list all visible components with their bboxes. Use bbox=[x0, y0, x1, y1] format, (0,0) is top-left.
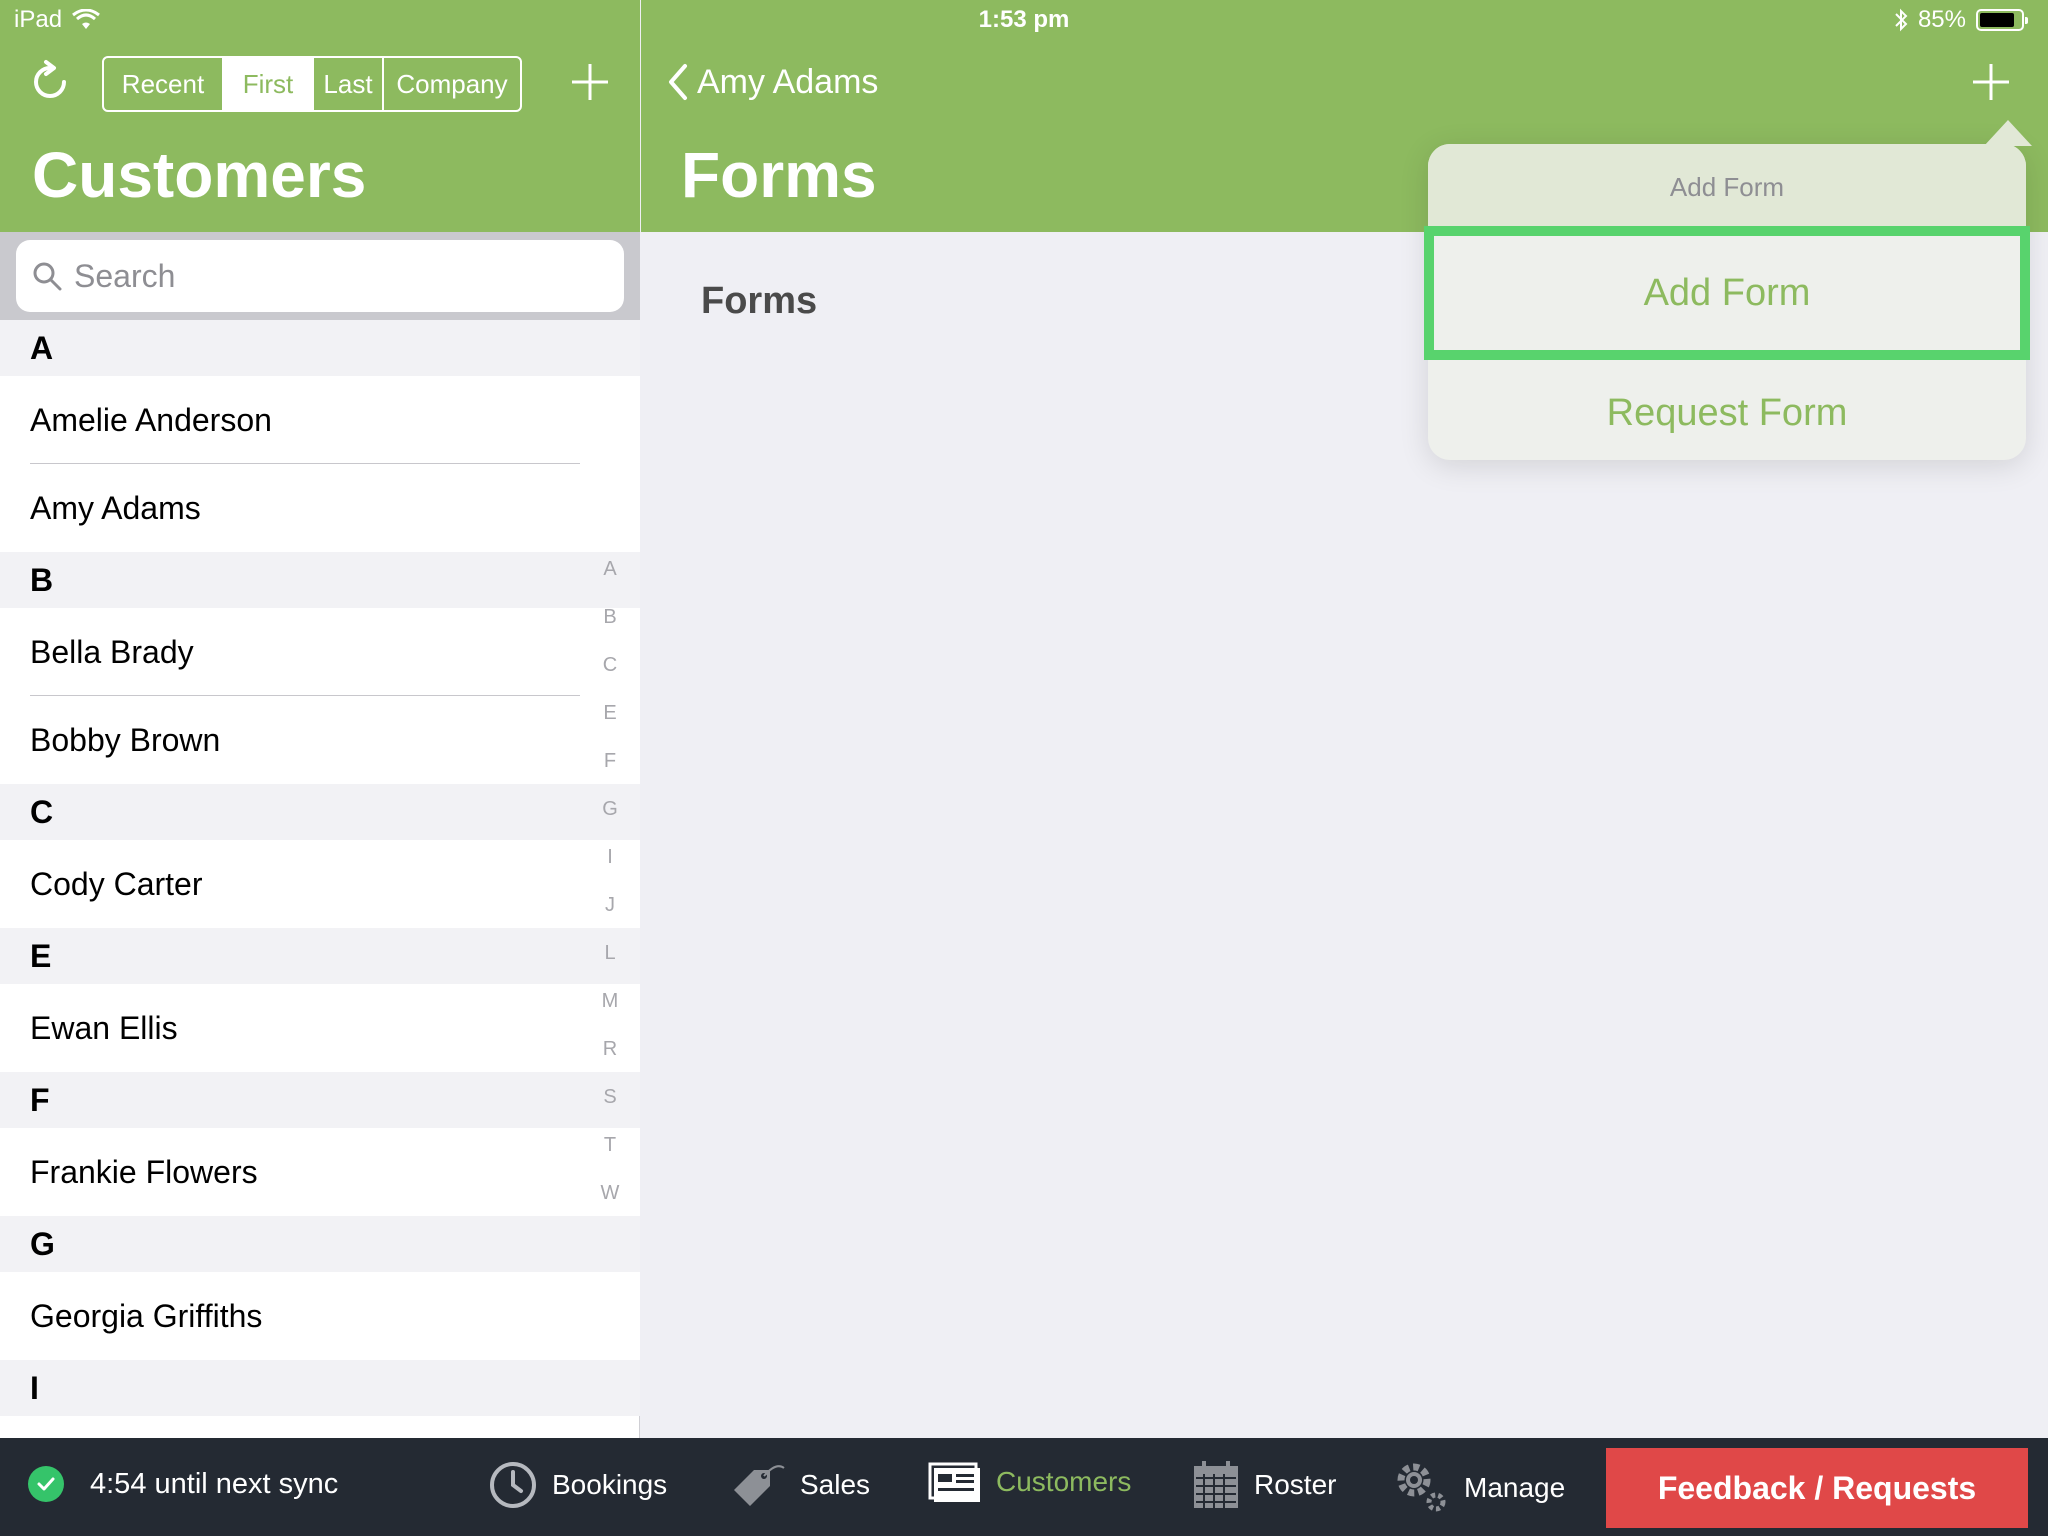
section-header: B bbox=[0, 552, 640, 608]
tab-manage[interactable]: Manage bbox=[1394, 1460, 1565, 1516]
add-form-icon[interactable] bbox=[1969, 60, 2013, 104]
status-time: 1:53 pm bbox=[978, 6, 1070, 33]
tab-bookings[interactable]: Bookings bbox=[488, 1460, 667, 1510]
tab-roster[interactable]: Roster bbox=[1192, 1460, 1336, 1510]
forms-title: Forms bbox=[681, 139, 877, 211]
tab-customers[interactable]: Customers bbox=[928, 1460, 1131, 1504]
index-letter[interactable]: E bbox=[594, 696, 626, 744]
bluetooth-icon bbox=[1895, 8, 1908, 32]
customer-row[interactable]: Ewan Ellis bbox=[0, 984, 640, 1072]
index-letter[interactable]: R bbox=[594, 1032, 626, 1080]
section-header: I bbox=[0, 1360, 640, 1416]
section-header: C bbox=[0, 784, 640, 840]
search-bar bbox=[0, 232, 640, 320]
index-letter[interactable]: S bbox=[594, 1080, 626, 1128]
chevron-left-icon bbox=[669, 64, 687, 100]
sort-segmented-control: Recent First Last Company bbox=[102, 56, 522, 112]
refresh-icon[interactable] bbox=[26, 58, 74, 106]
add-form-option[interactable]: Add Form bbox=[1424, 226, 2030, 360]
search-box[interactable] bbox=[16, 240, 624, 312]
gears-icon bbox=[1397, 1463, 1446, 1512]
tab-label: Roster bbox=[1254, 1469, 1337, 1500]
back-button[interactable]: Amy Adams bbox=[665, 62, 878, 102]
alphabet-index[interactable]: ABCEFGIJLMRSTW bbox=[594, 552, 626, 1224]
index-letter[interactable]: I bbox=[594, 840, 626, 888]
status-bar: iPad 1:53 pm 85% bbox=[0, 0, 2048, 42]
index-letter[interactable]: G bbox=[594, 792, 626, 840]
index-letter[interactable]: L bbox=[594, 936, 626, 984]
segment-company[interactable]: Company bbox=[384, 58, 520, 110]
customer-list: A Amelie Anderson Amy Adams B Bella Brady Bob… bbox=[0, 320, 640, 1416]
price-tag-icon bbox=[734, 1465, 785, 1506]
section-header: A bbox=[0, 320, 640, 376]
customer-row[interactable]: Cody Carter bbox=[0, 840, 640, 928]
calendar-icon bbox=[1194, 1461, 1238, 1508]
battery-icon bbox=[1976, 9, 2028, 31]
request-form-option[interactable]: Request Form bbox=[1428, 356, 2026, 470]
customer-row[interactable]: Amy Adams bbox=[0, 464, 640, 552]
tab-label: Sales bbox=[800, 1469, 871, 1500]
index-letter[interactable]: F bbox=[594, 744, 626, 792]
index-letter[interactable]: J bbox=[594, 888, 626, 936]
add-customer-icon[interactable] bbox=[568, 60, 612, 104]
index-letter[interactable]: T bbox=[594, 1128, 626, 1176]
index-letter[interactable]: A bbox=[594, 552, 626, 600]
segment-first[interactable]: First bbox=[224, 58, 314, 110]
add-form-popover: Add Form Add Form Request Form bbox=[1424, 120, 2032, 460]
customer-row[interactable]: Bobby Brown bbox=[0, 696, 640, 784]
index-letter[interactable]: C bbox=[594, 648, 626, 696]
section-header: E bbox=[0, 928, 640, 984]
segment-last[interactable]: Last bbox=[314, 58, 384, 110]
segment-recent[interactable]: Recent bbox=[104, 58, 224, 110]
customer-row[interactable]: Georgia Griffiths bbox=[0, 1272, 640, 1360]
customer-row[interactable]: Frankie Flowers bbox=[0, 1128, 640, 1216]
tab-sales[interactable]: Sales bbox=[728, 1460, 870, 1510]
popover-arrow bbox=[1984, 120, 2032, 146]
index-letter[interactable]: W bbox=[594, 1176, 626, 1224]
section-header: F bbox=[0, 1072, 640, 1128]
clock-icon bbox=[490, 1462, 536, 1508]
sync-status: 4:54 until next sync bbox=[28, 1466, 338, 1502]
tab-label: Manage bbox=[1464, 1472, 1566, 1503]
customers-pane: RecentFirstLastCompany Customers AAmelie… bbox=[0, 0, 640, 1438]
back-label: Amy Adams bbox=[697, 62, 879, 101]
page-title: Customers bbox=[32, 139, 367, 211]
sync-text: 4:54 until next sync bbox=[90, 1467, 339, 1500]
customer-row[interactable]: Amelie Anderson bbox=[0, 376, 640, 464]
index-letter[interactable]: B bbox=[594, 600, 626, 648]
section-header: G bbox=[0, 1216, 640, 1272]
customers-card-icon bbox=[928, 1462, 980, 1502]
index-letter[interactable]: M bbox=[594, 984, 626, 1032]
customer-row[interactable]: Bella Brady bbox=[0, 608, 640, 696]
search-icon bbox=[33, 262, 62, 291]
feedback-requests-button[interactable]: Feedback / Requests bbox=[1606, 1448, 2028, 1528]
forms-section-label: Forms bbox=[701, 280, 818, 322]
search-input[interactable] bbox=[74, 257, 574, 295]
bottom-tab-bar: 4:54 until next sync Bookings Sales Cust… bbox=[0, 1438, 2048, 1536]
popover-title: Add Form bbox=[1428, 144, 2026, 230]
check-icon bbox=[28, 1466, 64, 1502]
tab-label: Bookings bbox=[552, 1469, 668, 1500]
tab-label: Customers bbox=[996, 1466, 1132, 1497]
battery-percent: 85% bbox=[1917, 6, 1966, 33]
